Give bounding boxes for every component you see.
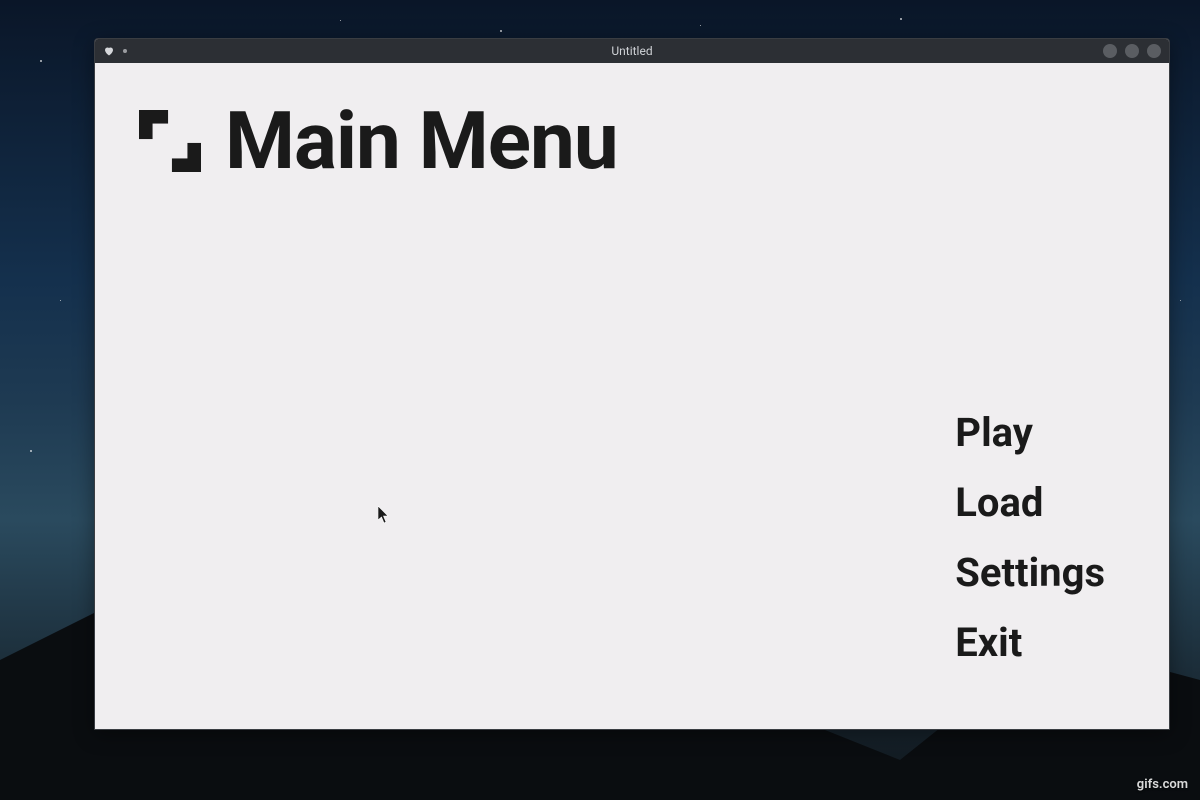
menu-item-play[interactable]: Play — [955, 409, 1033, 457]
menu-item-load[interactable]: Load — [955, 479, 1043, 527]
window-title: Untitled — [611, 44, 652, 58]
window-content: Main Menu Play Load Settings Exit — [95, 63, 1169, 729]
watermark: gifs.com — [1137, 777, 1188, 792]
minimize-button[interactable] — [1103, 44, 1117, 58]
heart-icon — [103, 45, 115, 57]
page-title: Main Menu — [225, 101, 618, 181]
logo-icon — [139, 110, 201, 172]
menu-item-exit[interactable]: Exit — [955, 619, 1022, 667]
maximize-button[interactable] — [1125, 44, 1139, 58]
menu-indicator-icon — [123, 49, 127, 53]
menu-item-settings[interactable]: Settings — [955, 549, 1105, 597]
main-menu: Play Load Settings Exit — [955, 409, 1105, 667]
close-button[interactable] — [1147, 44, 1161, 58]
header: Main Menu — [139, 101, 618, 181]
titlebar[interactable]: Untitled — [95, 39, 1169, 63]
application-window: Untitled Main Menu Play Load Settings — [94, 38, 1170, 730]
